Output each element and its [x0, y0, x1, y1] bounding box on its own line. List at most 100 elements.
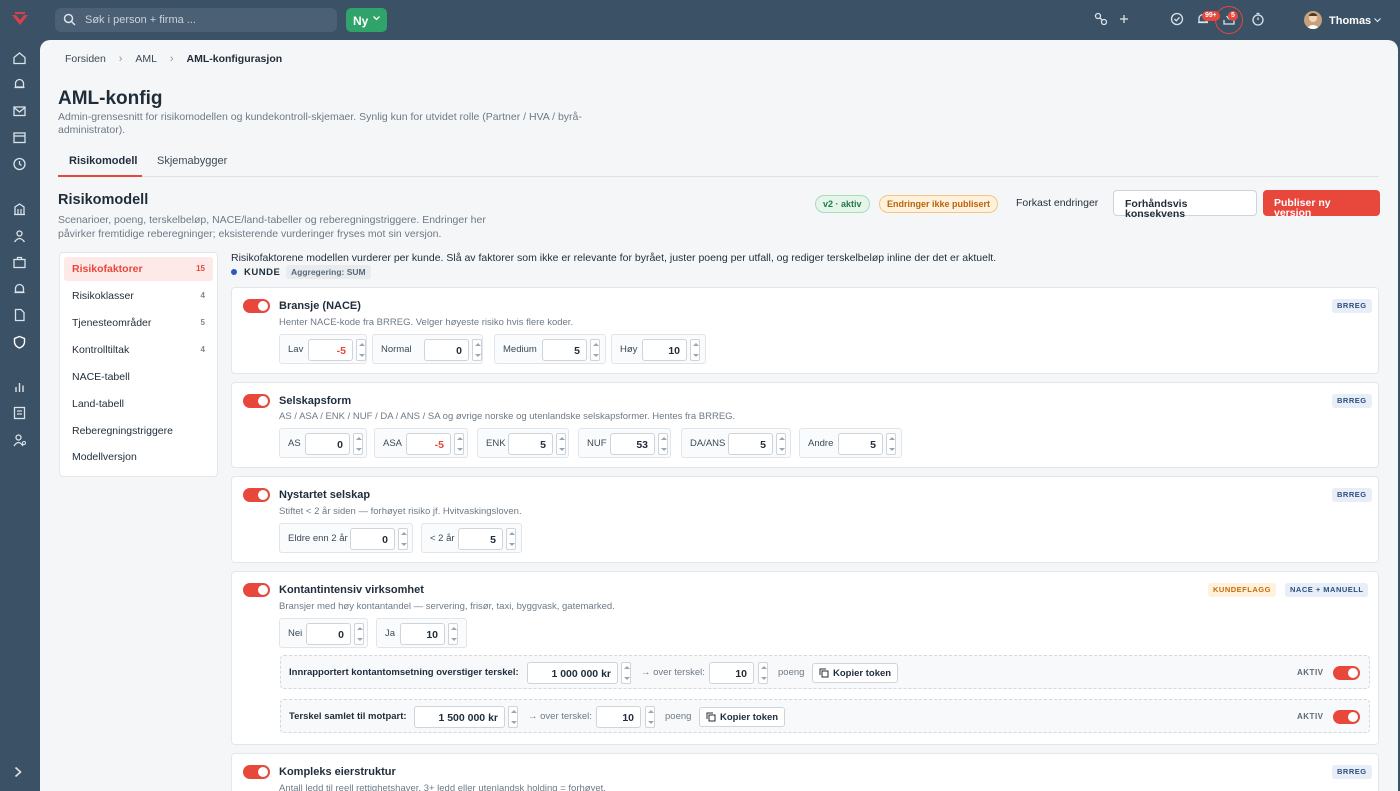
discard-changes-button[interactable]: Forkast endringer: [1016, 197, 1098, 209]
factor-toggle[interactable]: [243, 488, 270, 502]
report-icon[interactable]: [12, 406, 27, 420]
stepper[interactable]: [454, 433, 464, 455]
factor-description: AS / ASA / ENK / NUF / DA / ANS / SA og …: [279, 411, 736, 422]
stepper[interactable]: [356, 339, 366, 361]
plus-icon[interactable]: [1118, 12, 1130, 26]
stepper[interactable]: [556, 433, 566, 455]
outcome-field: Høy 10: [611, 334, 706, 364]
check-circle-icon[interactable]: [1170, 12, 1184, 26]
threshold-status: AKTIV: [1297, 668, 1324, 677]
outcome-input[interactable]: 5: [838, 433, 883, 455]
outcome-input[interactable]: 0: [350, 528, 395, 550]
stepper[interactable]: [776, 433, 786, 455]
threshold-amount-input[interactable]: 1 000 000 kr: [527, 662, 618, 684]
outcome-input[interactable]: 5: [458, 528, 503, 550]
breadcrumb-aml[interactable]: AML: [135, 53, 157, 65]
tab-risikomodell[interactable]: Risikomodell: [69, 155, 137, 167]
bell-icon[interactable]: [12, 77, 27, 91]
publish-version-button[interactable]: Publiser ny versjon: [1263, 190, 1380, 218]
new-button[interactable]: Ny: [346, 8, 387, 32]
nav-item-risikoklasser[interactable]: Risikoklasser 4: [64, 284, 213, 308]
alert-bell-icon[interactable]: [12, 282, 27, 296]
factor-toggle[interactable]: [243, 299, 270, 313]
stepper[interactable]: [472, 339, 482, 361]
threshold-points-input[interactable]: 10: [596, 706, 641, 728]
stepper[interactable]: [354, 623, 364, 645]
threshold-toggle[interactable]: [1333, 666, 1360, 680]
stepper[interactable]: [448, 623, 458, 645]
nav-item-land-tabell[interactable]: Land-tabell: [64, 392, 213, 416]
breadcrumb-home[interactable]: Forsiden: [65, 53, 106, 65]
bar-chart-icon[interactable]: [12, 380, 27, 394]
preview-impact-button[interactable]: Forhåndsvis konsekvens: [1113, 190, 1257, 219]
outcome-input[interactable]: -5: [406, 433, 451, 455]
source-tag: BRREG: [1332, 488, 1372, 502]
outcome-input[interactable]: -5: [308, 339, 353, 361]
outcome-input[interactable]: 5: [508, 433, 553, 455]
stepper[interactable]: [398, 528, 408, 550]
user-settings-icon[interactable]: [12, 433, 27, 447]
document-icon[interactable]: [12, 308, 27, 322]
home-icon[interactable]: [12, 51, 27, 65]
outcome-label: Ja: [385, 628, 396, 639]
outcome-input[interactable]: 0: [424, 339, 469, 361]
tab-skjemabygger[interactable]: Skjemabygger: [157, 155, 227, 167]
stepper[interactable]: [590, 339, 600, 361]
factor-toggle[interactable]: [243, 765, 270, 779]
outcome-label: < 2 år: [430, 533, 455, 544]
threshold-toggle[interactable]: [1333, 710, 1360, 724]
outcome-input[interactable]: 5: [728, 433, 773, 455]
stepper[interactable]: [353, 433, 363, 455]
outcome-label: ASA: [383, 438, 403, 449]
nav-item-tjenesteomrader[interactable]: Tjenesteområder 5: [64, 311, 213, 335]
outcome-input[interactable]: 0: [306, 623, 351, 645]
copy-token-button[interactable]: Kopier token: [812, 663, 899, 683]
nav-item-kontrolltiltak[interactable]: Kontrolltiltak 4: [64, 338, 213, 362]
mail-icon[interactable]: [12, 104, 27, 118]
clock-icon[interactable]: [12, 157, 27, 171]
nav-item-risikofaktorer[interactable]: Risikofaktorer 15: [64, 257, 213, 281]
stepper[interactable]: [508, 706, 518, 728]
search-input[interactable]: Søk i person + firma ...: [85, 14, 196, 26]
inbox-badge: 5: [1228, 11, 1238, 21]
points-unit: poeng: [778, 667, 805, 678]
outcome-input[interactable]: 0: [305, 433, 350, 455]
factor-toggle[interactable]: [243, 394, 270, 408]
logo-icon[interactable]: [10, 11, 30, 29]
chevron-right-icon[interactable]: [13, 766, 23, 778]
outcome-label: Eldre enn 2 år: [288, 533, 348, 544]
outcome-input[interactable]: 10: [642, 339, 687, 361]
stepper[interactable]: [886, 433, 896, 455]
link-icon[interactable]: [1094, 12, 1108, 26]
threshold-amount-input[interactable]: 1 500 000 kr: [414, 706, 505, 728]
calendar-icon[interactable]: [12, 130, 27, 144]
stepper[interactable]: [621, 662, 631, 684]
stepper[interactable]: [690, 339, 700, 361]
stepper[interactable]: [645, 706, 655, 728]
tab-bar: Risikomodell Skjemabygger: [58, 149, 1379, 177]
person-icon[interactable]: [12, 229, 27, 243]
shield-icon[interactable]: [12, 335, 27, 349]
building-icon[interactable]: [12, 202, 27, 216]
briefcase-icon[interactable]: [12, 255, 27, 269]
nav-item-modellversjon[interactable]: Modellversjon: [64, 445, 213, 469]
threshold-label: Innrapportert kontantomsetning overstige…: [289, 667, 519, 678]
stepper[interactable]: [506, 528, 516, 550]
outcome-input[interactable]: 53: [610, 433, 655, 455]
copy-token-button[interactable]: Kopier token: [699, 707, 786, 727]
search-box[interactable]: Søk i person + firma ... 2: [55, 8, 385, 32]
outcome-label: Medium: [503, 344, 537, 355]
threshold-points-input[interactable]: 10: [709, 662, 754, 684]
nav-item-reberegningstriggere[interactable]: Reberegningstriggere: [64, 419, 213, 443]
stepper[interactable]: [658, 433, 668, 455]
chevron-right-icon: ›: [169, 53, 174, 66]
timer-icon[interactable]: [1251, 12, 1265, 26]
factor-toggle[interactable]: [243, 583, 270, 597]
outcome-input[interactable]: 5: [542, 339, 587, 361]
factor-title: Kontantintensiv virksomhet: [279, 584, 424, 596]
outcome-input[interactable]: 10: [400, 623, 445, 645]
breadcrumb: Forsiden › AML › AML-konfigurasjon: [65, 53, 282, 65]
stepper[interactable]: [758, 662, 768, 684]
nav-item-nace-tabell[interactable]: NACE-tabell: [64, 365, 213, 389]
points-unit: poeng: [665, 711, 692, 722]
